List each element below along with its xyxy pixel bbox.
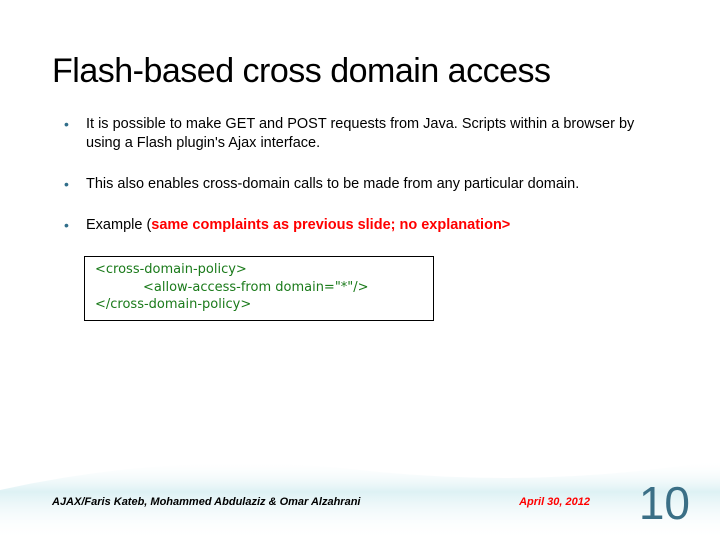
bullet-item: Example (same complaints as previous sli…: [60, 216, 660, 235]
footer-date: April 30, 2012: [519, 496, 590, 508]
bullet-list: It is possible to make GET and POST requ…: [0, 91, 720, 234]
bullet-item: It is possible to make GET and POST requ…: [60, 115, 660, 153]
slide: Flash-based cross domain access It is po…: [0, 0, 720, 540]
slide-title: Flash-based cross domain access: [0, 0, 720, 91]
footer: AJAX/Faris Kateb, Mohammed Abdulaziz & O…: [0, 450, 720, 540]
code-line: </cross-domain-policy>: [95, 296, 423, 314]
footer-authors: AJAX/Faris Kateb, Mohammed Abdulaziz & O…: [52, 496, 360, 508]
bullet-text: Example (: [86, 217, 151, 233]
bullet-item: This also enables cross-domain calls to …: [60, 175, 660, 194]
bullet-red-text: same complaints as previous slide; no ex…: [151, 217, 510, 233]
page-number: 10: [639, 476, 690, 530]
code-line: <cross-domain-policy>: [95, 261, 423, 279]
code-line: <allow-access-from domain="*"/>: [95, 279, 423, 297]
code-box: <cross-domain-policy> <allow-access-from…: [84, 256, 434, 321]
